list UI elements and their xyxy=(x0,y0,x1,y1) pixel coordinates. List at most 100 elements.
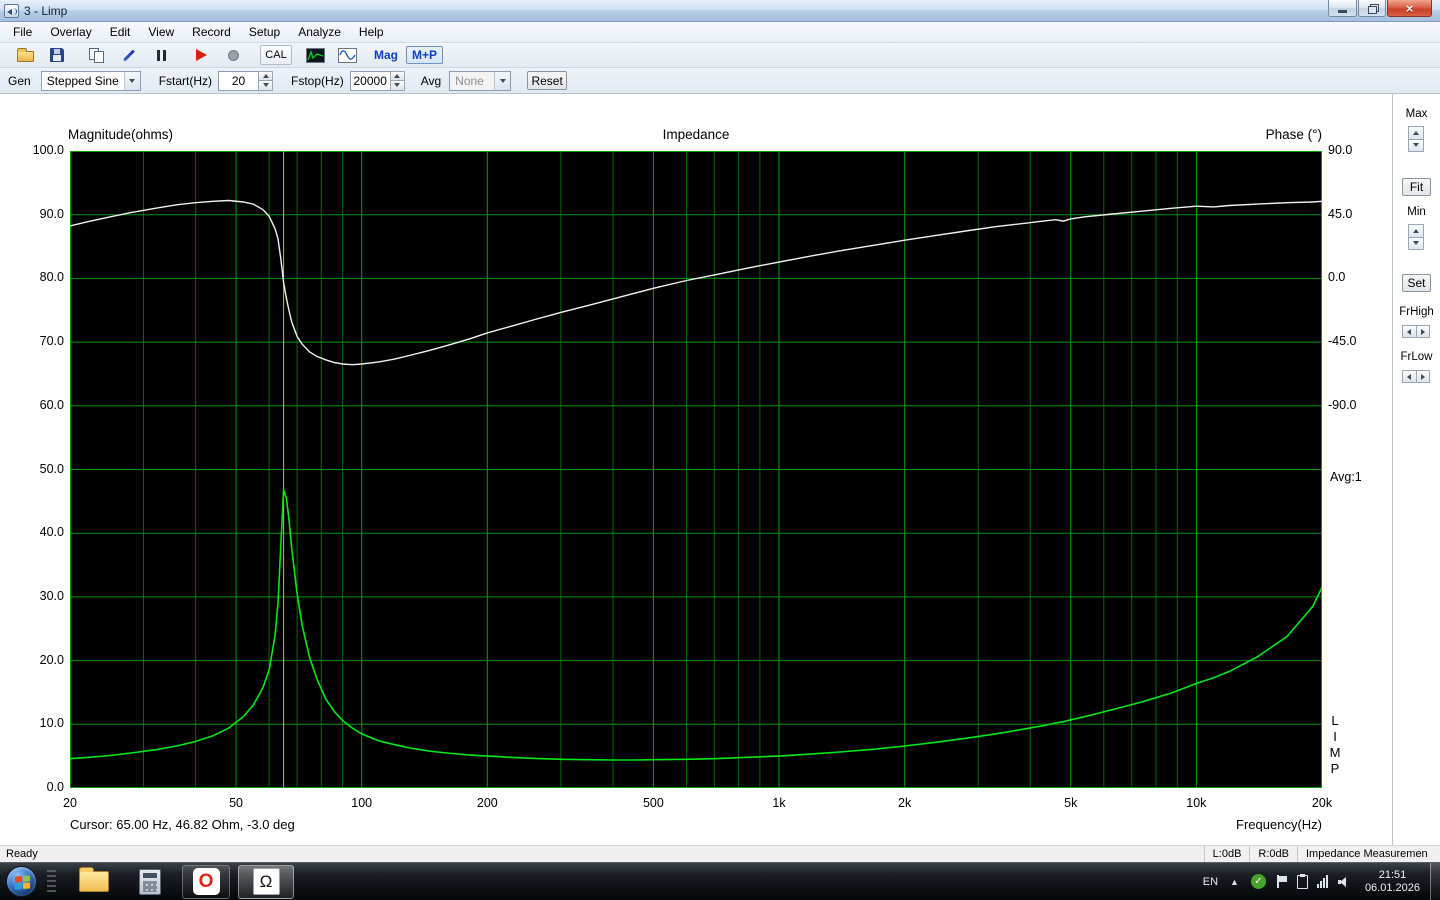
chart-panel: Magnitude(ohms) Impedance Phase (°) Avg:… xyxy=(0,94,1392,845)
watermark-letter: P xyxy=(1328,761,1342,777)
max-label: Max xyxy=(1393,108,1440,120)
x-tick-label: 200 xyxy=(462,796,512,810)
menu-item-setup[interactable]: Setup xyxy=(240,23,289,41)
minimize-icon xyxy=(1338,10,1347,13)
fstop-down-button[interactable] xyxy=(390,81,405,91)
frlow-right-button[interactable] xyxy=(1417,370,1431,383)
y-left-tick-label: 90.0 xyxy=(14,207,64,221)
max-up-button[interactable] xyxy=(1408,126,1424,140)
y-right-tick-label: 45.0 xyxy=(1328,207,1378,221)
fstart-up-button[interactable] xyxy=(258,71,273,82)
avg-count-text: Avg:1 xyxy=(1330,470,1362,484)
limp-omega-icon: Ω xyxy=(253,868,280,895)
status-right-level: R:0dB xyxy=(1249,846,1297,862)
min-down-button[interactable] xyxy=(1408,238,1424,251)
frhigh-right-button[interactable] xyxy=(1417,325,1431,338)
menu-item-record[interactable]: Record xyxy=(183,23,240,41)
generator-type-select[interactable]: Stepped Sine xyxy=(41,71,141,91)
avg-select[interactable]: None xyxy=(449,71,511,91)
menubar: File Overlay Edit View Record Setup Anal… xyxy=(0,22,1440,43)
fstart-input[interactable]: 20 xyxy=(218,71,258,91)
pause-button[interactable] xyxy=(148,44,174,66)
start-measurement-button[interactable] xyxy=(188,44,214,66)
taskbar-clock[interactable]: 21:51 06.01.2026 xyxy=(1365,869,1420,895)
toolbar: CAL Mag M+P xyxy=(0,43,1440,68)
language-indicator[interactable]: EN xyxy=(1203,876,1218,888)
watermark-letter: M xyxy=(1328,745,1342,761)
impedance-plot[interactable] xyxy=(70,151,1322,788)
taskbar-item-explorer[interactable] xyxy=(70,865,118,899)
y-left-tick-label: 80.0 xyxy=(14,270,64,284)
scale-side-panel: Max Fit Min Set FrHigh FrLow xyxy=(1392,94,1440,845)
menu-item-help[interactable]: Help xyxy=(350,23,393,41)
y-left-tick-label: 50.0 xyxy=(14,462,64,476)
stop-button[interactable] xyxy=(220,44,246,66)
y-right-tick-label: -45.0 xyxy=(1328,334,1378,348)
folder-icon xyxy=(17,51,34,62)
mag-mode-button[interactable]: Mag xyxy=(374,48,398,62)
menu-item-analyze[interactable]: Analyze xyxy=(289,23,350,41)
y-right-axis-title: Phase (°) xyxy=(1122,127,1322,142)
mag-phase-mode-button[interactable]: M+P xyxy=(406,46,443,64)
x-tick-label: 20 xyxy=(45,796,95,810)
phase-view-button[interactable] xyxy=(334,44,360,66)
frlow-left-button[interactable] xyxy=(1402,370,1417,383)
status-mode: Impedance Measuremen xyxy=(1297,846,1440,862)
app-icon[interactable] xyxy=(4,4,19,18)
calibrate-button[interactable]: CAL xyxy=(260,45,292,65)
frhigh-spinner xyxy=(1402,325,1430,338)
tray-volume-icon[interactable] xyxy=(1337,875,1352,889)
tray-update-icon[interactable]: ✓ xyxy=(1251,874,1266,889)
taskbar-item-calculator[interactable] xyxy=(126,865,174,899)
fstart-down-button[interactable] xyxy=(258,81,273,91)
floppy-icon xyxy=(50,48,64,62)
frhigh-left-button[interactable] xyxy=(1402,325,1417,338)
fstart-input-group: 20 xyxy=(218,71,273,91)
taskbar-item-limp[interactable]: Ω xyxy=(238,865,294,899)
copy-button[interactable] xyxy=(84,44,110,66)
fstart-label: Fstart(Hz) xyxy=(159,74,212,88)
taskbar-item-opera[interactable]: O xyxy=(182,865,230,899)
close-button[interactable]: × xyxy=(1387,0,1432,17)
pen-button[interactable] xyxy=(116,44,142,66)
min-up-button[interactable] xyxy=(1408,224,1424,238)
watermark-letter: L xyxy=(1328,713,1342,729)
open-button[interactable] xyxy=(12,44,38,66)
max-down-button[interactable] xyxy=(1408,140,1424,153)
start-button[interactable] xyxy=(6,866,37,897)
x-tick-label: 5k xyxy=(1046,796,1096,810)
magnitude-view-button[interactable] xyxy=(302,44,328,66)
menu-item-overlay[interactable]: Overlay xyxy=(41,23,100,41)
x-tick-label: 1k xyxy=(754,796,804,810)
avg-value: None xyxy=(450,74,494,88)
tray-expand-icon[interactable]: ▲ xyxy=(1230,877,1239,887)
x-tick-label: 100 xyxy=(337,796,387,810)
fstop-up-button[interactable] xyxy=(390,71,405,82)
set-label: Set xyxy=(1407,276,1425,290)
menu-item-edit[interactable]: Edit xyxy=(101,23,140,41)
menu-item-file[interactable]: File xyxy=(4,23,41,41)
chevron-down-icon xyxy=(494,72,510,90)
y-right-tick-label: -90.0 xyxy=(1328,398,1378,412)
reset-button[interactable]: Reset xyxy=(527,71,567,90)
show-desktop-button[interactable] xyxy=(1430,863,1440,900)
gen-label: Gen xyxy=(8,74,31,88)
tray-network-icon[interactable] xyxy=(1317,875,1328,888)
fstop-input[interactable]: 20000 xyxy=(350,71,390,91)
minimize-button[interactable] xyxy=(1328,0,1357,17)
fstop-input-group: 20000 xyxy=(350,71,405,91)
x-axis-title: Frequency(Hz) xyxy=(1122,817,1322,832)
save-button[interactable] xyxy=(44,44,70,66)
set-button[interactable]: Set xyxy=(1402,274,1431,292)
opera-icon: O xyxy=(193,868,220,895)
tray-action-center-icon[interactable] xyxy=(1275,875,1288,889)
taskbar-grip[interactable] xyxy=(47,870,56,894)
min-label: Min xyxy=(1393,206,1440,218)
statusbar: Ready L:0dB R:0dB Impedance Measuremen xyxy=(0,845,1440,862)
min-spinner xyxy=(1408,224,1424,250)
maximize-button[interactable] xyxy=(1358,0,1386,17)
tray-clipboard-icon[interactable] xyxy=(1297,875,1308,889)
clock-time: 21:51 xyxy=(1365,869,1420,882)
fit-button[interactable]: Fit xyxy=(1402,178,1431,196)
menu-item-view[interactable]: View xyxy=(139,23,183,41)
